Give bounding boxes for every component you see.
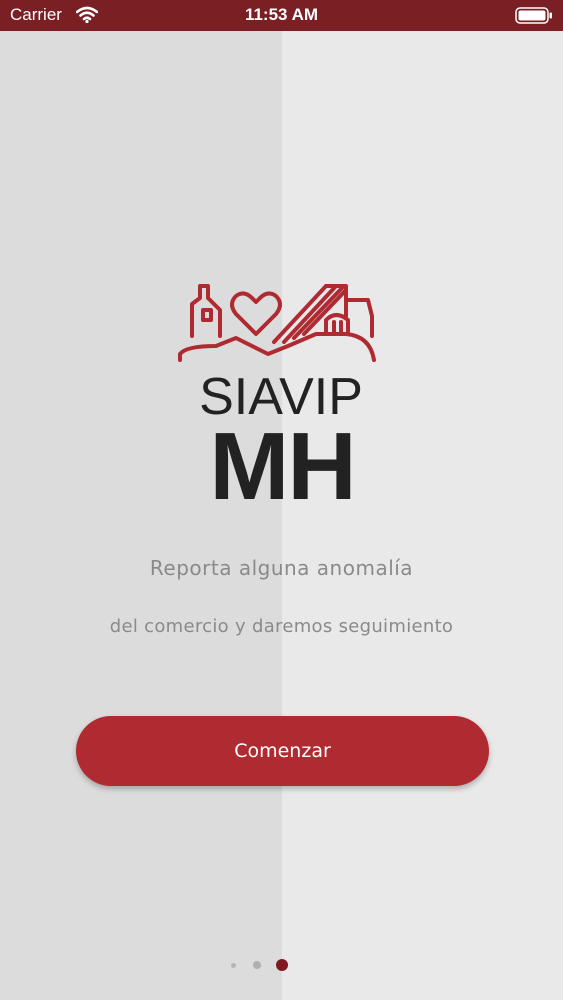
start-button[interactable]: Comenzar: [76, 716, 489, 786]
page-indicator: [0, 958, 563, 974]
status-bar: Carrier 11:53 AM: [0, 0, 563, 31]
house-heart-emblem-icon: [178, 284, 376, 362]
onboarding-subtext: del comercio y daremos seguimiento: [109, 616, 454, 637]
battery-icon: [515, 7, 552, 24]
page-dot-2[interactable]: [253, 961, 261, 969]
page-dot-1[interactable]: [231, 963, 236, 968]
clock: 11:53 AM: [244, 5, 319, 24]
logo-wordmark-mh: MH: [209, 413, 356, 520]
onboarding-headline: Reporta alguna anomalía: [149, 556, 414, 580]
page-dot-3-active[interactable]: [276, 959, 288, 971]
app-logo: SIAVIP MH: [176, 276, 386, 515]
